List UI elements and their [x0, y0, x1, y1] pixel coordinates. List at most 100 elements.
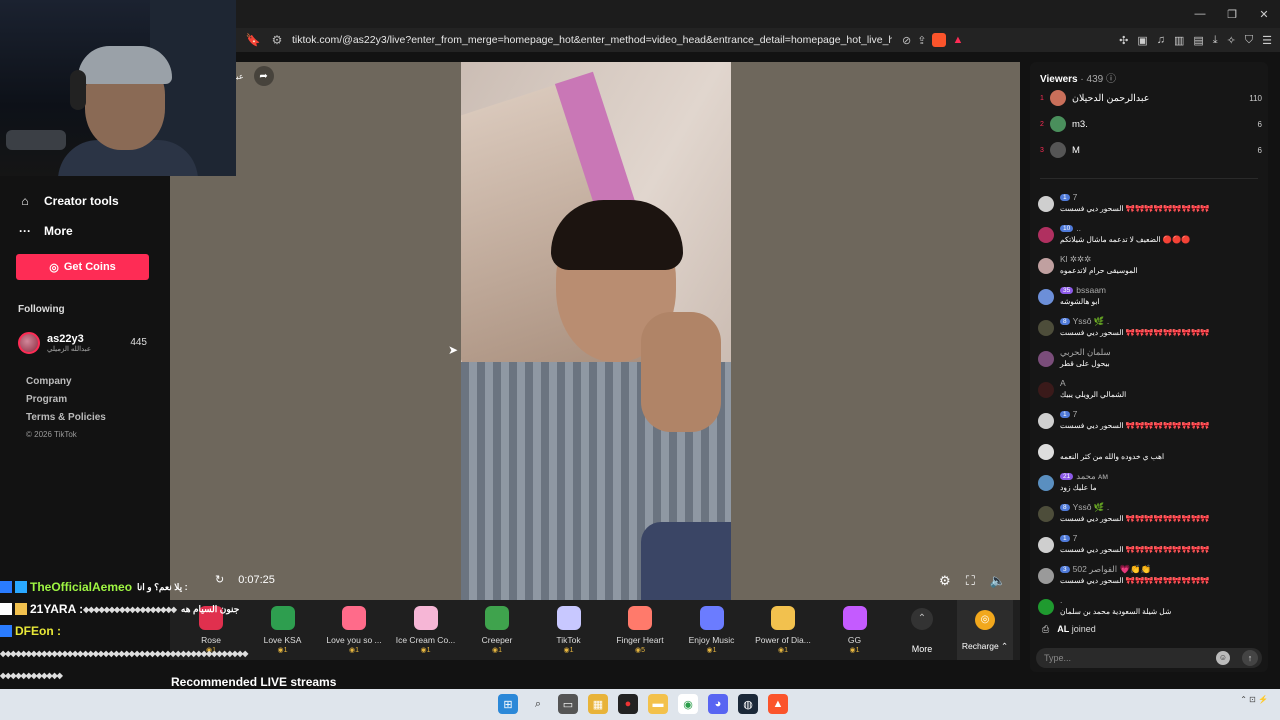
joined-user[interactable]: AL: [1057, 624, 1069, 634]
close-icon[interactable]: ✕: [1248, 0, 1280, 28]
footer-link-company[interactable]: Company: [26, 376, 106, 394]
send-button[interactable]: ↑: [1242, 650, 1258, 666]
menu-icon[interactable]: ☰: [1262, 34, 1272, 47]
avatar[interactable]: [1038, 506, 1054, 522]
avatar[interactable]: [1038, 258, 1054, 274]
avatar[interactable]: [1038, 475, 1054, 491]
chat-username[interactable]: A: [1060, 378, 1066, 388]
file-explorer-icon[interactable]: ▦: [588, 694, 608, 714]
live-video-player[interactable]: [170, 62, 1020, 600]
sidebar-item-more[interactable]: ··· More: [18, 224, 73, 238]
stream-chat-line: 21YARA : ◆◆◆◆◆◆◆◆◆◆◆◆◆◆◆◆◆◆ جنون السيام …: [0, 598, 480, 620]
chat-username[interactable]: Yssô 🌿 .: [1073, 316, 1110, 327]
chat-message: 21 محمد ᴀᴍ ما عليك زود: [1038, 471, 1263, 499]
bookmark-icon[interactable]: 🔖: [244, 31, 262, 49]
settings-icon[interactable]: ⚙: [939, 573, 951, 589]
system-tray[interactable]: ⌃ ⊡ ⚡: [1240, 695, 1268, 704]
minimize-icon[interactable]: —: [1184, 0, 1216, 28]
avatar[interactable]: [1038, 351, 1054, 367]
avatar[interactable]: [1038, 413, 1054, 429]
gift-item[interactable]: GG ◉1: [820, 606, 890, 654]
restore-icon[interactable]: ❐: [1216, 0, 1248, 28]
share-icon[interactable]: ⇪: [917, 34, 926, 47]
site-info-icon[interactable]: ⚙: [268, 31, 286, 49]
wallet-icon[interactable]: ▤: [1193, 34, 1203, 47]
brave-rewards-icon[interactable]: ▲: [952, 34, 963, 46]
chat-username[interactable]: bssaam: [1076, 285, 1106, 295]
leo-ai-icon[interactable]: ✧: [1227, 34, 1236, 47]
avatar[interactable]: [1038, 568, 1054, 584]
chat-username[interactable]: Yssô 🌿 .: [1073, 502, 1110, 513]
brave-icon[interactable]: ▲: [768, 694, 788, 714]
avatar[interactable]: [1038, 382, 1054, 398]
top-viewer-row[interactable]: 1 عبدالرحمن الدحيلان 110: [1040, 88, 1262, 108]
folder-icon[interactable]: ▬: [648, 694, 668, 714]
vpn-icon[interactable]: ⛉: [1245, 34, 1253, 47]
chat-message-header: 3 502 الفواصر 💗👏👏: [1060, 564, 1151, 575]
chat-input[interactable]: [1044, 651, 1214, 665]
discord-icon[interactable]: ◕: [708, 694, 728, 714]
chat-username[interactable]: .: [1060, 595, 1062, 605]
info-icon[interactable]: ⓘ: [1106, 74, 1116, 85]
following-item[interactable]: as22y3 عبدالله الزميلي 445: [18, 328, 150, 358]
sidebar-icon[interactable]: ▥: [1174, 34, 1184, 47]
gift-item[interactable]: Finger Heart ◉5: [605, 606, 675, 654]
chat-username[interactable]: 7: [1073, 409, 1078, 419]
gift-name: Enjoy Music: [688, 635, 735, 645]
gift-more-button[interactable]: ⌃ More: [902, 608, 942, 654]
start-icon[interactable]: ⊞: [498, 694, 518, 714]
download-icon[interactable]: ⤓: [1213, 34, 1218, 47]
chat-message: 17 السحور ديي فسست 🎀🎀🎀🎀🎀🎀🎀🎀🎀: [1038, 192, 1263, 220]
chat-username[interactable]: 7: [1073, 192, 1078, 202]
chat-message-header: .: [1060, 595, 1062, 605]
sidebar-item-creator-tools[interactable]: ⌂ Creator tools: [18, 194, 118, 208]
gift-item[interactable]: Enjoy Music ◉1: [677, 606, 747, 654]
emoji-icon[interactable]: ☺: [1216, 651, 1230, 665]
coin-icon: ◎: [49, 261, 59, 274]
chat-message-header: 10..: [1060, 223, 1081, 233]
chat-username[interactable]: سلمان الحربي: [1060, 347, 1111, 358]
chat-username[interactable]: محمد ᴀᴍ: [1076, 471, 1108, 482]
chat-username[interactable]: ..: [1076, 223, 1081, 233]
top-viewer-row[interactable]: 3 M 6: [1040, 140, 1262, 160]
task-view-icon[interactable]: ▭: [558, 694, 578, 714]
extensions-icon[interactable]: ✣: [1119, 34, 1128, 47]
get-coins-button[interactable]: ◎ Get Coins: [16, 254, 149, 280]
avatar[interactable]: [1038, 196, 1054, 212]
fullscreen-icon[interactable]: ⛶: [966, 573, 975, 589]
reader-mode-icon[interactable]: ⊘: [902, 34, 911, 47]
gift-item[interactable]: TikTok ◉1: [534, 606, 604, 654]
avatar[interactable]: [1038, 227, 1054, 243]
footer-link-program[interactable]: Program: [26, 394, 106, 412]
share-button[interactable]: ➦: [253, 66, 274, 86]
level-badge: 21: [1060, 473, 1074, 480]
url-box[interactable]: 🔖 ⚙ tiktok.com/@as22y3/live?enter_from_m…: [244, 28, 994, 52]
chat-message-text: السحور ديي فسست 🎀🎀🎀🎀🎀🎀🎀🎀🎀: [1060, 328, 1210, 337]
chrome-icon[interactable]: ◉: [678, 694, 698, 714]
chat-username[interactable]: 7: [1073, 533, 1078, 543]
media-icon[interactable]: ♫: [1157, 34, 1165, 46]
avatar[interactable]: [1038, 289, 1054, 305]
top-viewer-row[interactable]: 2 m3. 6: [1040, 114, 1262, 134]
volume-icon[interactable]: 🔈: [990, 573, 1006, 589]
brave-shields-icon[interactable]: [932, 33, 947, 47]
screenshot-icon[interactable]: ▣: [1137, 34, 1147, 47]
steam-icon[interactable]: ◍: [738, 694, 758, 714]
recharge-button[interactable]: ◎ Recharge ⌃: [957, 600, 1013, 660]
obs-icon[interactable]: ●: [618, 694, 638, 714]
gift-item[interactable]: Power of Dia... ◉1: [748, 606, 818, 654]
avatar[interactable]: [1038, 444, 1054, 460]
avatar[interactable]: [1038, 599, 1054, 615]
chat-username[interactable]: 502 الفواصر 💗👏👏: [1073, 564, 1152, 575]
avatar[interactable]: [1038, 537, 1054, 553]
extensions-bar: ✣ ▣ ♫ ▥ ▤ ⤓ ✧ ⛉ ☰: [1119, 28, 1272, 52]
avatar[interactable]: [1038, 320, 1054, 336]
avatar: [18, 332, 40, 354]
url-text[interactable]: tiktok.com/@as22y3/live?enter_from_merge…: [292, 34, 892, 46]
chat-username[interactable]: Kl ✲✲✲: [1060, 254, 1091, 265]
viewer-score: 6: [1257, 145, 1262, 155]
search-icon[interactable]: ⌕: [528, 694, 548, 714]
viewers-header[interactable]: Viewers · 439 ⓘ: [1040, 70, 1116, 85]
get-coins-label: Get Coins: [63, 261, 116, 273]
footer-link-terms[interactable]: Terms & Policies: [26, 412, 106, 430]
